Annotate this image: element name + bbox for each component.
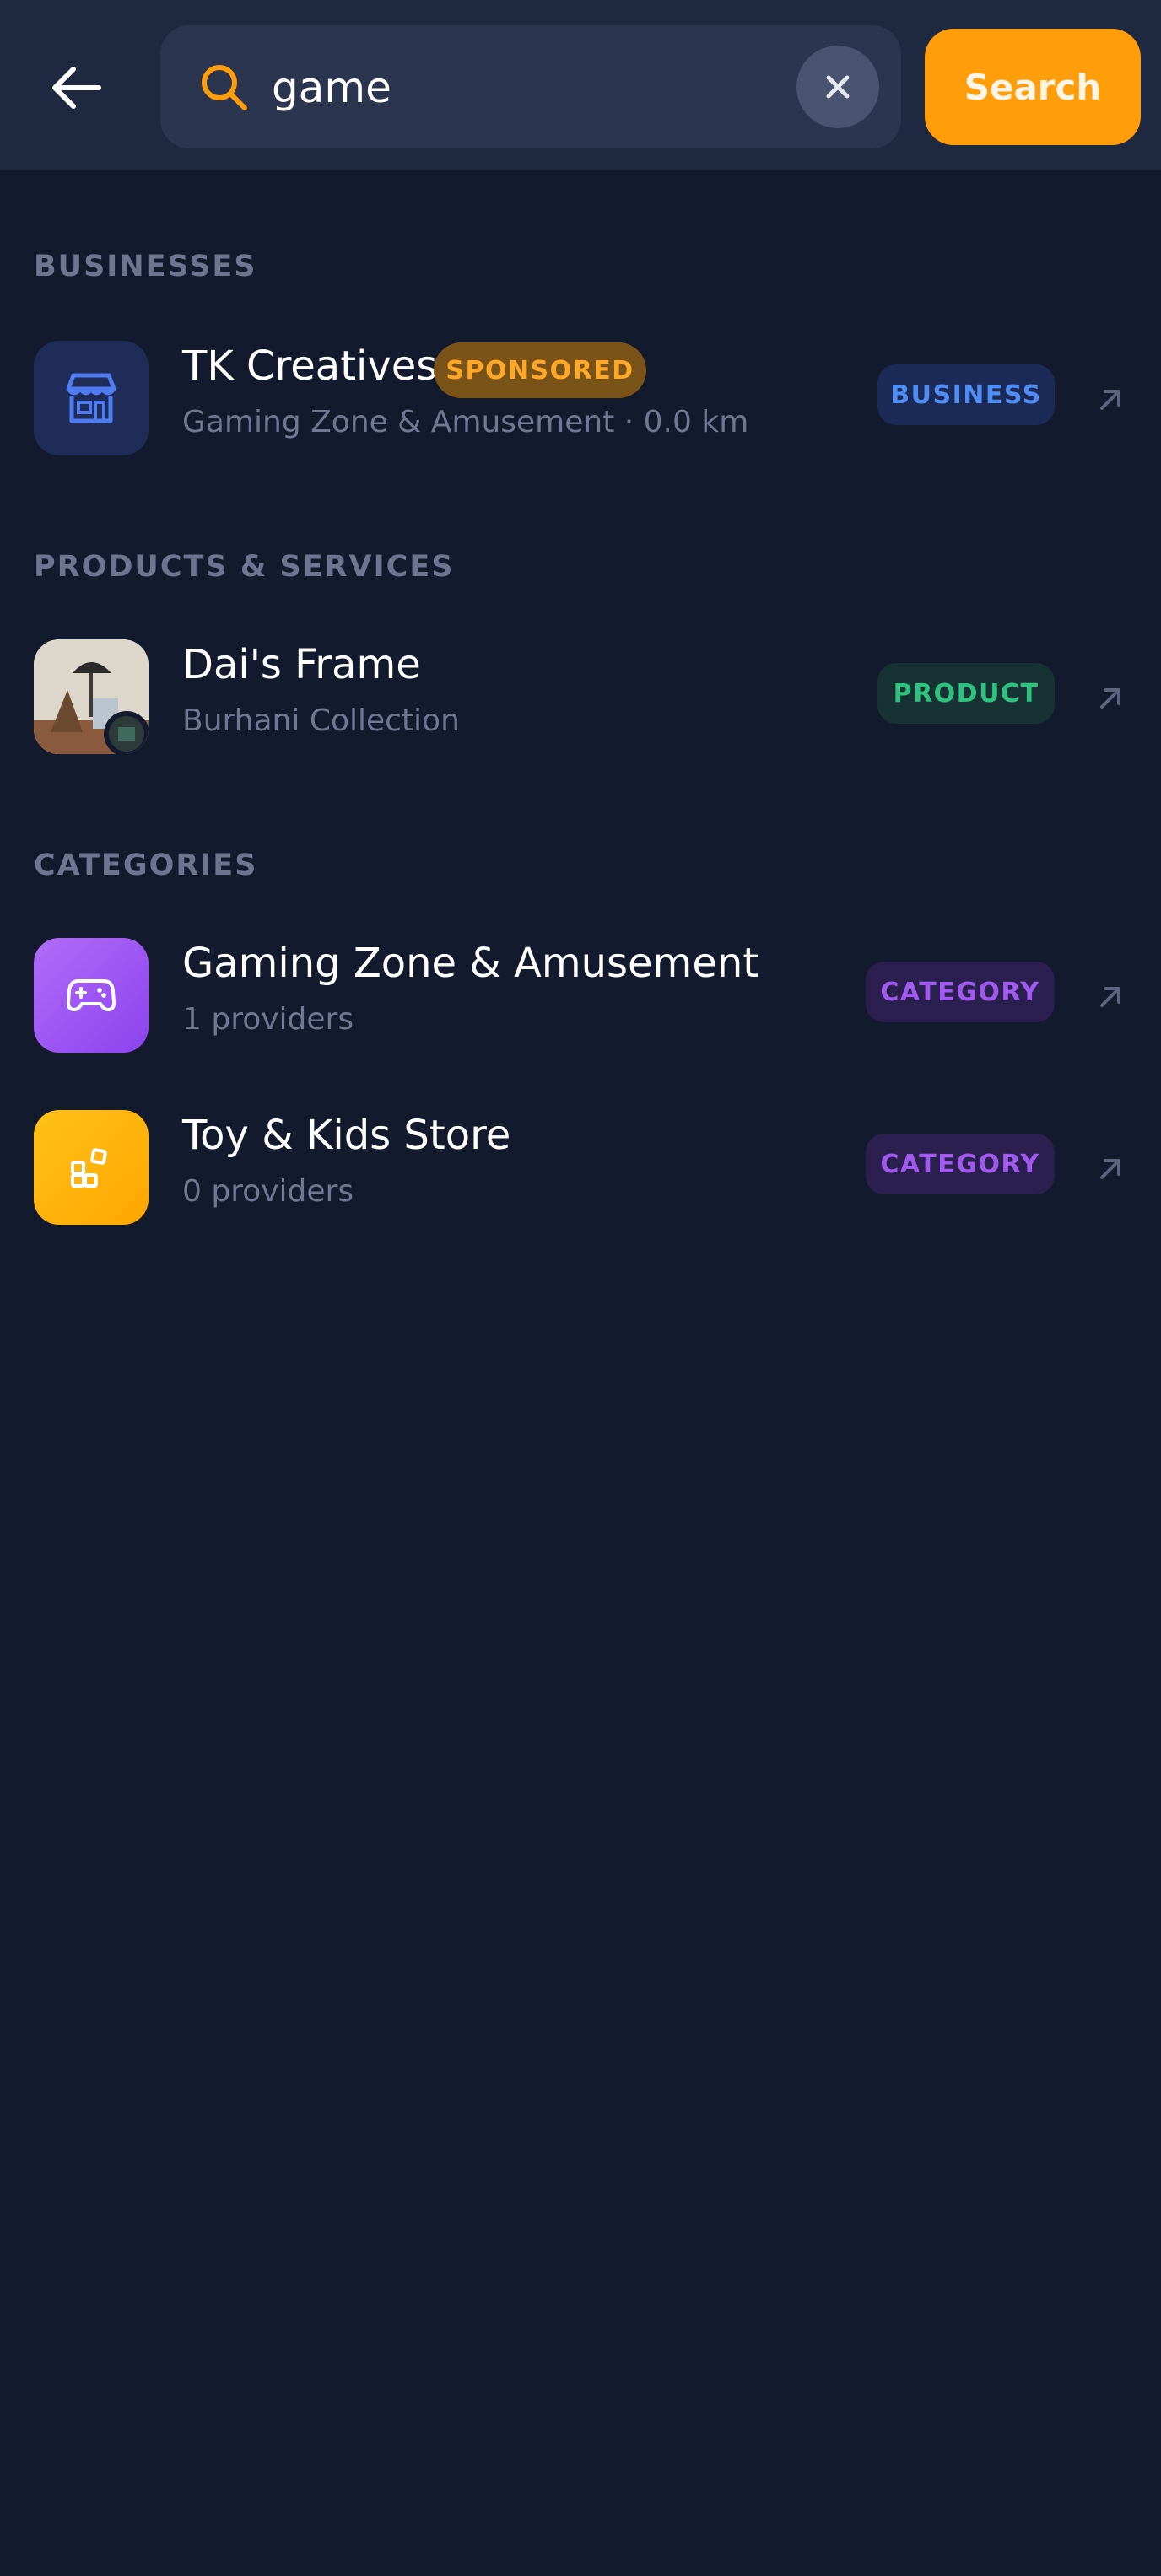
arrow-up-right-icon[interactable] xyxy=(1094,1152,1127,1186)
business-subtitle: Gaming Zone & Amusement · 0.0 km xyxy=(182,405,749,439)
arrow-up-right-icon[interactable] xyxy=(1094,682,1127,715)
business-result-row[interactable]: TK Creatives SPONSORED Gaming Zone & Amu… xyxy=(0,331,1161,466)
back-button[interactable] xyxy=(35,47,116,128)
clear-search-button[interactable] xyxy=(796,46,879,128)
product-photo xyxy=(34,639,148,754)
sponsored-badge: SPONSORED xyxy=(434,342,646,398)
search-button[interactable]: Search xyxy=(925,29,1141,145)
storefront-icon xyxy=(66,373,116,423)
search-box[interactable] xyxy=(160,25,901,148)
business-thumbnail xyxy=(34,341,148,455)
category-thumbnail xyxy=(34,938,148,1053)
arrow-up-right-icon[interactable] xyxy=(1094,980,1127,1014)
product-subtitle: Burhani Collection xyxy=(182,703,460,738)
blocks-icon xyxy=(71,1148,107,1188)
section-title-businesses: BUSINESSES xyxy=(34,250,257,283)
section-title-products: PRODUCTS & SERVICES xyxy=(34,550,455,584)
product-result-row[interactable]: Dai's Frame Burhani Collection PRODUCT xyxy=(0,629,1161,764)
category-subtitle: 1 providers xyxy=(182,1002,354,1037)
section-title-categories: CATEGORIES xyxy=(34,849,258,882)
gamepad-icon xyxy=(67,979,116,1011)
product-thumbnail xyxy=(34,639,148,754)
category-result-row[interactable]: Toy & Kids Store 0 providers CATEGORY xyxy=(0,1100,1161,1235)
arrow-left-icon xyxy=(52,67,101,109)
category-thumbnail xyxy=(34,1110,148,1225)
search-input[interactable] xyxy=(272,47,778,128)
product-title: Dai's Frame xyxy=(182,641,421,688)
category-badge: CATEGORY xyxy=(866,962,1055,1022)
category-subtitle: 0 providers xyxy=(182,1174,354,1209)
category-title: Gaming Zone & Amusement xyxy=(182,940,759,987)
business-badge: BUSINESS xyxy=(878,364,1055,425)
product-badge: PRODUCT xyxy=(878,663,1055,724)
category-result-row[interactable]: Gaming Zone & Amusement 1 providers CATE… xyxy=(0,928,1161,1063)
close-icon xyxy=(826,75,850,99)
arrow-up-right-icon[interactable] xyxy=(1094,383,1127,417)
top-bar: Search xyxy=(0,0,1161,170)
category-badge: CATEGORY xyxy=(866,1134,1055,1194)
search-icon xyxy=(202,65,247,110)
business-title: TK Creatives xyxy=(182,342,438,390)
category-title: Toy & Kids Store xyxy=(182,1112,511,1159)
